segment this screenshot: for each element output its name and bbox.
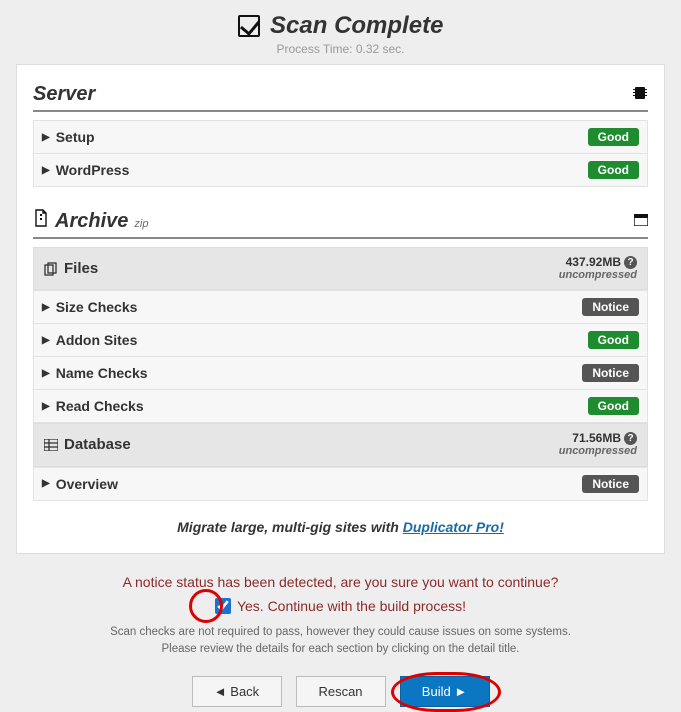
row-label: Read Checks: [56, 398, 144, 414]
files-size-note: uncompressed: [559, 269, 637, 281]
copy-icon: [44, 262, 58, 276]
chevron-right-icon: ▶: [42, 478, 50, 489]
server-title: Server: [33, 83, 95, 106]
row-label: Overview: [56, 476, 118, 492]
files-row-addon-sites[interactable]: ▶ Addon Sites Good: [33, 324, 648, 357]
help-icon[interactable]: ?: [624, 256, 637, 269]
chevron-right-icon: ▶: [42, 132, 50, 143]
help-icon[interactable]: ?: [624, 432, 637, 445]
status-badge: Good: [588, 161, 639, 179]
server-section-header: Server: [33, 79, 648, 112]
files-subheader[interactable]: Files 437.92MB? uncompressed: [33, 247, 648, 290]
duplicator-pro-link[interactable]: Duplicator Pro!: [403, 519, 504, 535]
row-label: Setup: [56, 129, 95, 145]
scan-panel: Server ▶ Setup Good ▶ WordPress Good Archi…: [16, 64, 665, 554]
chevron-right-icon: ▶: [42, 401, 50, 412]
archive-format: zip: [134, 218, 148, 230]
archive-title: Archive: [55, 210, 128, 233]
archive-section-header: Archive zip: [33, 205, 648, 239]
row-label: Addon Sites: [56, 332, 138, 348]
chevron-right-icon: ▶: [42, 165, 50, 176]
chevron-right-icon: ▶: [42, 368, 50, 379]
hint-text: Scan checks are not required to pass, ho…: [16, 624, 665, 659]
status-badge: Notice: [582, 298, 639, 316]
file-archive-icon: [33, 209, 49, 227]
promo-text: Migrate large, multi-gig sites with Dupl…: [33, 519, 648, 535]
status-badge: Good: [588, 128, 639, 146]
status-badge: Notice: [582, 475, 639, 493]
confirm-label: Yes. Continue with the build process!: [237, 598, 466, 614]
server-chip-icon: [632, 85, 648, 104]
row-label: Size Checks: [56, 299, 138, 315]
status-badge: Notice: [582, 364, 639, 382]
files-row-size-checks[interactable]: ▶ Size Checks Notice: [33, 290, 648, 324]
back-button[interactable]: ◄ Back: [192, 676, 282, 707]
notice-warning: A notice status has been detected, are y…: [16, 574, 665, 590]
files-size: 437.92MB: [566, 255, 621, 269]
database-size: 71.56MB: [572, 431, 621, 445]
files-row-read-checks[interactable]: ▶ Read Checks Good: [33, 390, 648, 423]
chevron-right-icon: ▶: [42, 335, 50, 346]
server-row-setup[interactable]: ▶ Setup Good: [33, 120, 648, 154]
process-time: Process Time: 0.32 sec.: [16, 42, 665, 56]
database-subheader[interactable]: Database 71.56MB? uncompressed: [33, 423, 648, 466]
page-title: Scan Complete: [270, 12, 443, 40]
row-label: WordPress: [56, 162, 130, 178]
check-complete-icon: [238, 15, 260, 37]
server-row-wordpress[interactable]: ▶ WordPress Good: [33, 154, 648, 187]
database-size-note: uncompressed: [559, 445, 637, 457]
files-row-name-checks[interactable]: ▶ Name Checks Notice: [33, 357, 648, 390]
chevron-right-icon: ▶: [42, 302, 50, 313]
database-title: Database: [64, 436, 131, 453]
window-icon: [634, 213, 648, 229]
rescan-button[interactable]: Rescan: [296, 676, 386, 707]
db-row-overview[interactable]: ▶ Overview Notice: [33, 467, 648, 501]
row-label: Name Checks: [56, 365, 148, 381]
table-icon: [44, 439, 58, 451]
build-button[interactable]: Build ►: [400, 676, 490, 707]
status-badge: Good: [588, 331, 639, 349]
status-badge: Good: [588, 397, 639, 415]
confirm-continue-checkbox[interactable]: [215, 598, 231, 614]
files-title: Files: [64, 260, 98, 277]
